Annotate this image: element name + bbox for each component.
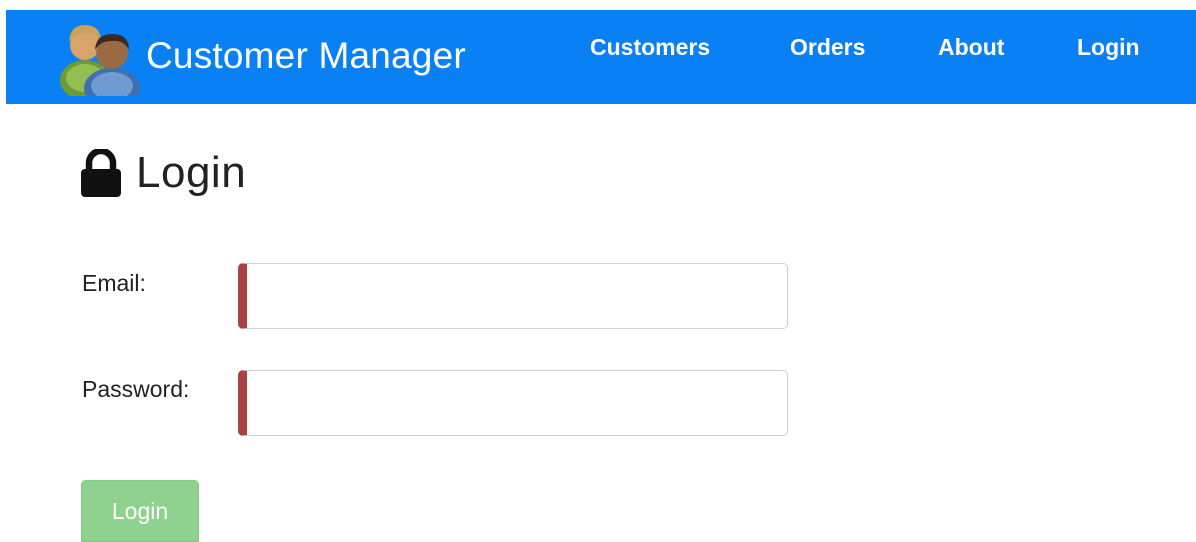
brand-link[interactable]: Customer Manager [52,16,466,96]
navbar: Customer Manager Customers Orders About … [6,10,1196,104]
nav-customers-link[interactable]: Customers [590,34,710,61]
nav-login-link[interactable]: Login [1077,34,1140,61]
password-label: Password: [82,376,190,402]
lock-icon [81,149,121,197]
page-title: Login [80,148,246,198]
nav-about-link[interactable]: About [938,34,1004,61]
password-field[interactable] [238,370,788,436]
email-field[interactable] [238,263,788,329]
brand-title: Customer Manager [146,35,466,76]
nav-orders-link[interactable]: Orders [790,34,865,61]
email-label: Email: [82,270,146,296]
people-icon [60,25,140,96]
login-button[interactable]: Login [81,480,199,542]
page-title-text: Login [136,148,247,197]
